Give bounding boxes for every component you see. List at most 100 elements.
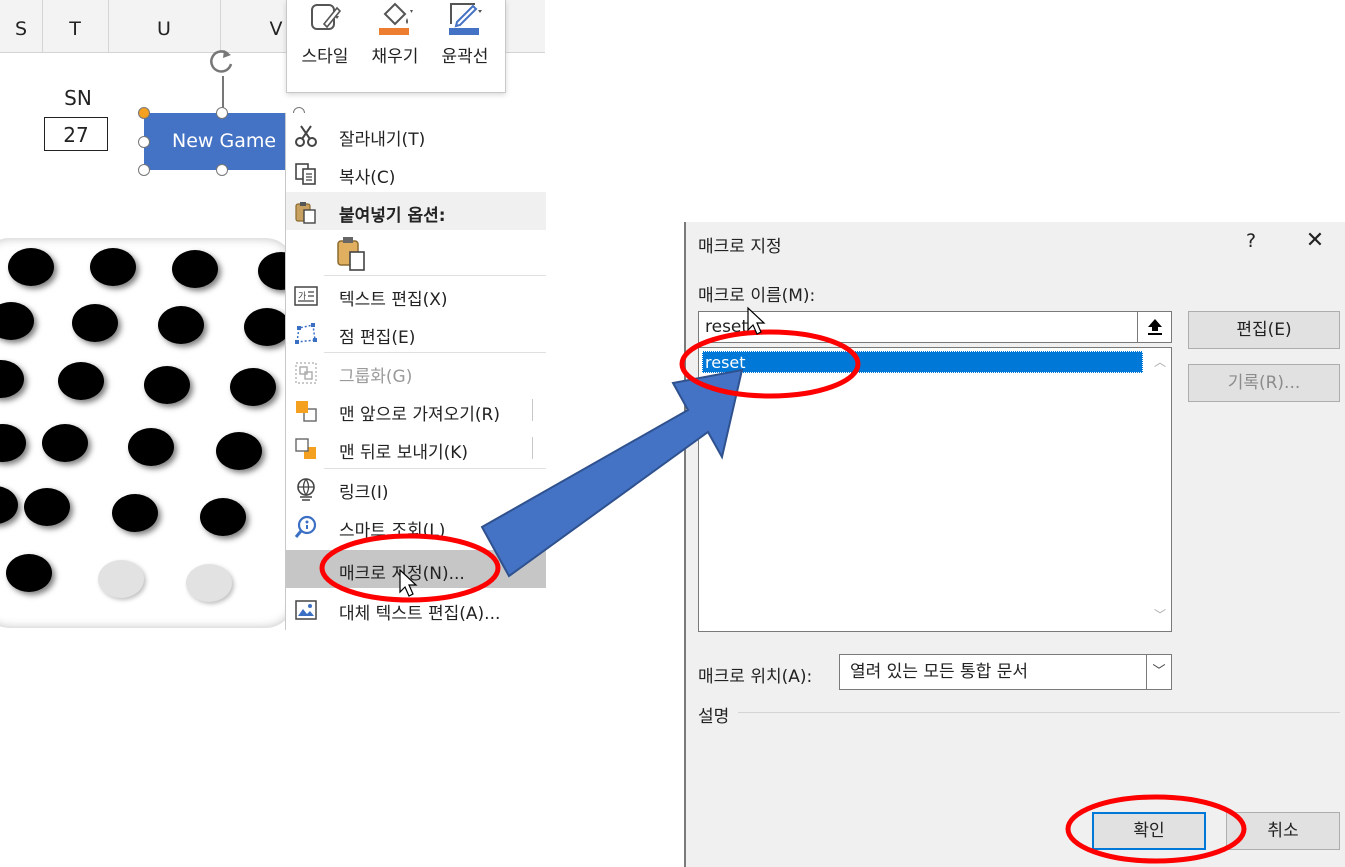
sn-value-cell[interactable]: 27	[44, 117, 108, 151]
peg[interactable]	[128, 428, 174, 466]
peg[interactable]	[158, 306, 204, 344]
outline-pen-icon	[449, 3, 482, 35]
column-header-t[interactable]: T	[42, 0, 109, 52]
link-icon	[297, 478, 315, 501]
menu-item-edit-alt-text[interactable]: 대체 텍스트 편집(A)...	[286, 590, 546, 628]
menu-item-label: 매크로 지정(N)...	[339, 564, 465, 584]
macro-location-select[interactable]: 열려 있는 모든 통합 문서 ﹀	[839, 654, 1172, 690]
fill-color-swatch	[379, 28, 409, 35]
shape-handle-left[interactable]	[138, 136, 150, 148]
outline-button[interactable]: 윤곽선	[431, 0, 499, 92]
peg[interactable]	[216, 432, 262, 470]
outline-label: 윤곽선	[441, 47, 489, 67]
macro-list-item-reset[interactable]: reset	[702, 351, 1143, 373]
peg[interactable]	[172, 250, 218, 288]
peg[interactable]	[6, 554, 52, 592]
menu-item-label: 스마트 조회(L)	[339, 521, 446, 541]
close-button[interactable]: ✕	[1298, 228, 1332, 253]
peg[interactable]	[72, 304, 118, 342]
menu-item-link[interactable]: 링크(I)	[286, 469, 546, 507]
peg[interactable]	[0, 424, 26, 462]
shape-handle-bottom-left[interactable]	[138, 164, 150, 176]
collapse-dialog-button[interactable]	[1138, 311, 1172, 343]
peg[interactable]	[0, 302, 34, 340]
shape-handle-top[interactable]	[216, 107, 228, 119]
peg[interactable]	[144, 366, 190, 404]
mini-toolbar: 스타일 채우기 윤곽선	[286, 0, 506, 93]
menu-item-label: 맨 앞으로 가져오기(R)	[339, 405, 501, 425]
peg[interactable]	[244, 308, 290, 346]
chevron-down-icon[interactable]: ﹀	[1146, 655, 1171, 689]
peg[interactable]	[112, 494, 158, 532]
menu-item-label: 대체 텍스트 편집(A)...	[339, 604, 501, 624]
ok-button[interactable]: 확인	[1092, 812, 1206, 850]
peg[interactable]	[230, 368, 276, 406]
peg[interactable]	[8, 248, 54, 286]
scroll-down-arrow-icon[interactable]: ﹀	[1151, 606, 1169, 626]
paste-option-icon	[337, 237, 365, 271]
submenu-split	[532, 437, 533, 459]
menu-item-edit-text[interactable]: 가 텍스트 편집(X)	[286, 276, 546, 314]
edit-button[interactable]: 편집(E)	[1188, 311, 1340, 349]
send-to-back-icon	[295, 438, 316, 459]
description-label: 설명	[698, 707, 730, 727]
menu-item-cut[interactable]: 잘라내기(T)	[286, 116, 546, 154]
menu-item-edit-points[interactable]: 점 편집(E)	[286, 314, 546, 352]
menu-header-paste-options: 붙여넣기 옵션:	[286, 192, 546, 230]
macro-location-label: 매크로 위치(A):	[698, 667, 813, 687]
menu-item-assign-macro[interactable]: 매크로 지정(N)...	[286, 550, 546, 588]
paste-icon	[295, 202, 316, 224]
peg[interactable]	[42, 424, 88, 462]
record-button: 기록(R)...	[1188, 364, 1340, 402]
style-label: 스타일	[301, 47, 349, 67]
collapse-arrow-icon	[1147, 319, 1162, 335]
scissors-icon	[295, 125, 317, 147]
context-menu: 잘라내기(T) 복사(C) 붙여넣기 옵션: 가 텍스트 편집(X) 점 편집(…	[285, 113, 546, 630]
macro-name-input[interactable]: reset	[698, 311, 1138, 343]
menu-item-bring-to-front[interactable]: 맨 앞으로 가져오기(R)	[286, 391, 546, 429]
edit-text-icon: 가	[294, 286, 318, 306]
scroll-up-arrow-icon[interactable]: ︿	[1151, 353, 1169, 373]
shape-handle-top-left[interactable]	[138, 107, 150, 119]
menu-item-send-to-back[interactable]: 맨 뒤로 보내기(K)	[286, 429, 546, 467]
group-icon	[295, 362, 317, 384]
menu-item-smart-lookup[interactable]: 스마트 조회(L)	[286, 507, 546, 545]
peg-empty-hole[interactable]	[186, 564, 232, 602]
peg[interactable]	[90, 248, 136, 286]
peg[interactable]	[0, 360, 24, 398]
dialog-title: 매크로 지정	[698, 237, 782, 257]
macro-list[interactable]: reset ︿ ﹀	[698, 347, 1172, 632]
peg[interactable]	[24, 488, 70, 526]
peg-board	[0, 238, 304, 628]
svg-text:가: 가	[298, 291, 306, 302]
alt-text-icon	[295, 600, 317, 620]
menu-item-label: 텍스트 편집(X)	[339, 290, 448, 310]
menu-item-label: 맨 뒤로 보내기(K)	[339, 443, 469, 463]
rotate-handle-icon[interactable]	[204, 44, 240, 78]
shape-handle-bottom[interactable]	[216, 164, 228, 176]
new-game-shape-button[interactable]: New Game	[144, 113, 304, 170]
submenu-split	[532, 399, 533, 421]
fill-button[interactable]: 채우기	[361, 0, 429, 92]
paste-option-keep[interactable]	[286, 230, 546, 274]
menu-item-label: 붙여넣기 옵션:	[339, 206, 446, 226]
style-button[interactable]: 스타일	[291, 0, 359, 92]
macro-name-label: 매크로 이름(M):	[698, 286, 816, 306]
column-header-s[interactable]: S	[0, 0, 43, 52]
sn-label: SN	[64, 86, 92, 110]
menu-item-label: 점 편집(E)	[339, 328, 416, 348]
peg-empty-hole[interactable]	[98, 560, 144, 598]
menu-item-label: 복사(C)	[339, 168, 396, 188]
help-button[interactable]: ?	[1236, 230, 1266, 252]
menu-item-label: 잘라내기(T)	[339, 130, 426, 150]
fill-label: 채우기	[371, 47, 419, 67]
menu-item-group: 그룹화(G)	[286, 353, 546, 391]
menu-item-label: 링크(I)	[339, 483, 389, 503]
copy-icon	[295, 163, 316, 185]
peg[interactable]	[0, 486, 18, 524]
shape-style-icon	[311, 4, 342, 30]
peg[interactable]	[200, 498, 246, 536]
cancel-button[interactable]: 취소	[1226, 812, 1340, 850]
menu-item-copy[interactable]: 복사(C)	[286, 154, 546, 192]
peg[interactable]	[58, 362, 104, 400]
